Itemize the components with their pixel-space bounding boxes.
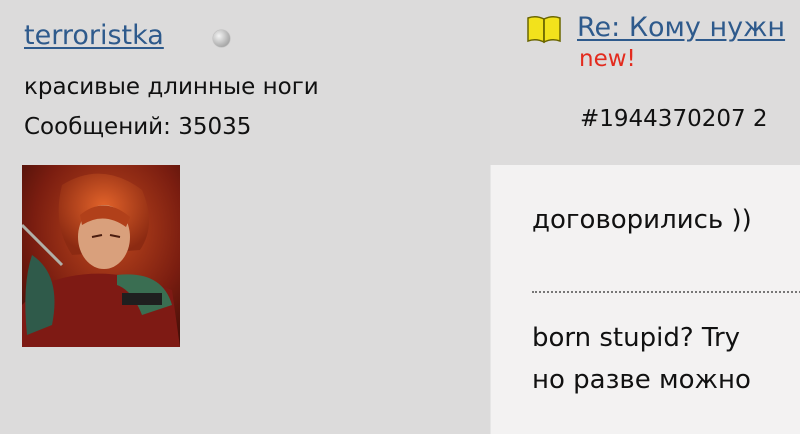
new-badge: new! — [579, 46, 636, 72]
open-book-icon — [527, 15, 561, 44]
username-link[interactable]: terroristka — [24, 20, 164, 51]
post-title-link[interactable]: Re: Кому нужн — [577, 12, 785, 43]
signature-line: born stupid? Try — [532, 323, 741, 353]
offline-status-icon — [213, 30, 230, 47]
post-column: Re: Кому нужн new! #1944370207 2 договор… — [490, 0, 800, 434]
signature-line: но разве можно — [532, 365, 751, 395]
avatar-image — [22, 165, 180, 347]
post-body: договорились )) born stupid? Try но разв… — [490, 165, 800, 434]
user-post-count: Сообщений: 35035 — [24, 114, 252, 140]
user-title: красивые длинные ноги — [24, 74, 319, 100]
post-permalink[interactable]: #1944370207 2 — [580, 106, 768, 132]
post-header: Re: Кому нужн new! #1944370207 2 — [490, 0, 800, 165]
post-message: договорились )) — [532, 205, 752, 235]
avatar[interactable] — [22, 165, 180, 347]
signature-divider — [532, 291, 800, 293]
user-sidebar: terroristka красивые длинные ноги Сообще… — [0, 0, 490, 434]
